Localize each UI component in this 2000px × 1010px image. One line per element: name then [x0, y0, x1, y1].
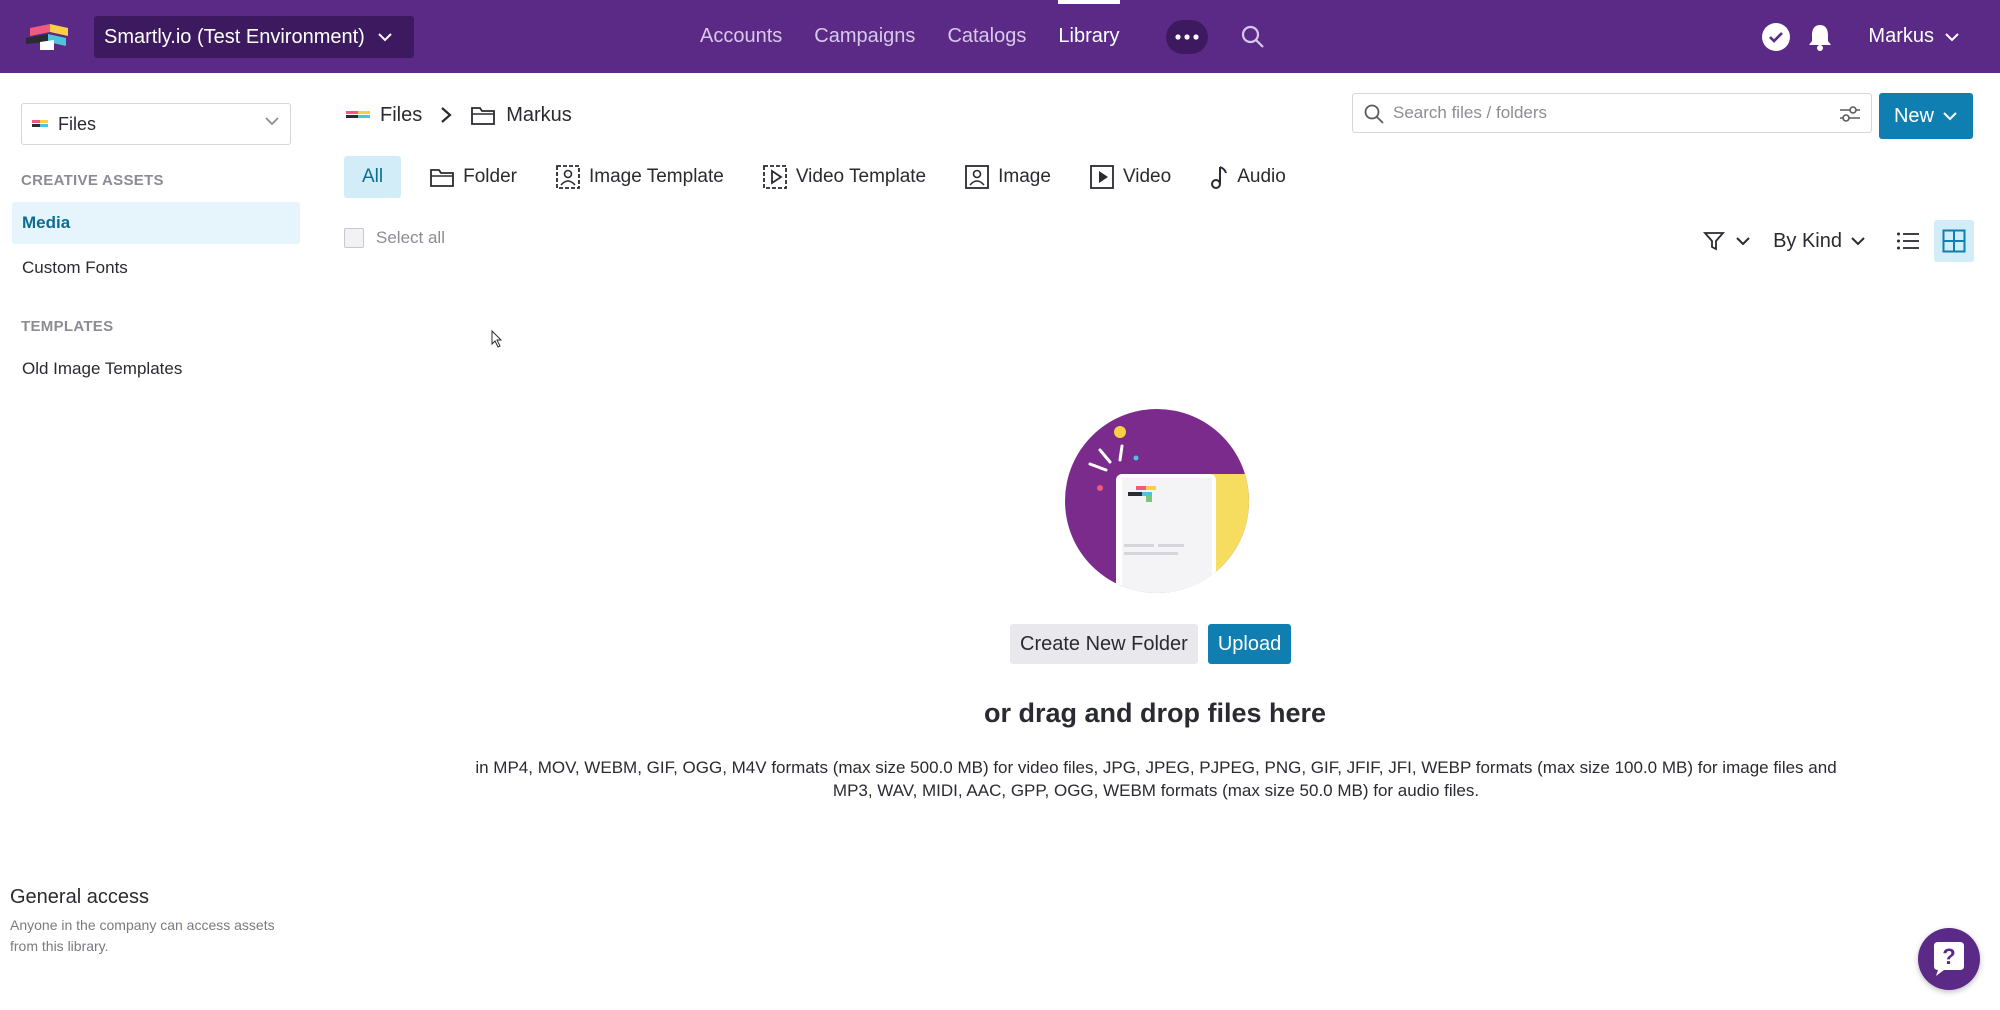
- search-icon[interactable]: [1240, 24, 1266, 50]
- select-all[interactable]: Select all: [344, 228, 445, 248]
- nav-library[interactable]: Library: [1058, 0, 1120, 73]
- sort-select[interactable]: By Kind: [1773, 230, 1866, 253]
- top-right-controls: Markus: [1762, 0, 1960, 73]
- filter-folder-label: Folder: [463, 166, 517, 187]
- mouse-cursor-icon: [491, 330, 503, 348]
- filter-audio[interactable]: Audio: [1209, 156, 1286, 198]
- empty-state-actions: Create New Folder Upload: [1010, 624, 1292, 664]
- top-bar: Smartly.io (Test Environment) Accounts C…: [0, 0, 2000, 73]
- sidebar-item-old-image-templates[interactable]: Old Image Templates: [12, 348, 300, 390]
- search-settings-icon[interactable]: [1839, 104, 1861, 124]
- filter-image-template-label: Image Template: [588, 166, 724, 187]
- formats-line-1: in MP4, MOV, WEBM, GIF, OGG, M4V formats…: [475, 758, 1837, 777]
- sidebar-item-media[interactable]: Media: [12, 202, 300, 244]
- smartly-logo-icon: [346, 111, 370, 118]
- nav-catalogs[interactable]: Catalogs: [947, 0, 1026, 73]
- image-icon: [965, 165, 990, 189]
- drag-drop-heading: or drag and drop files here: [983, 698, 1327, 728]
- smartly-logo-icon: [32, 120, 48, 127]
- video-icon: [1090, 165, 1114, 189]
- filter-image-label: Image: [998, 166, 1051, 187]
- chevron-down-icon: [1945, 32, 1959, 41]
- nav-campaigns[interactable]: Campaigns: [814, 0, 915, 73]
- funnel-icon: [1703, 232, 1726, 251]
- more-menu-button[interactable]: [1166, 20, 1208, 54]
- svg-text:?: ?: [1942, 944, 1955, 969]
- search-placeholder: Search files / folders: [1393, 103, 1548, 122]
- tasks-check-icon[interactable]: [1762, 22, 1791, 51]
- main-nav: Accounts Campaigns Catalogs Library: [700, 0, 1152, 73]
- filter-folder[interactable]: Folder: [429, 156, 517, 198]
- chevron-down-icon: [378, 33, 392, 42]
- formats-line-2: MP3, WAV, MIDI, AAC, GPP, OGG, WEBM form…: [832, 781, 1480, 800]
- breadcrumb-current: Markus: [506, 103, 572, 126]
- grid-view-icon: [1942, 229, 1966, 253]
- chevron-down-icon: [1851, 237, 1865, 246]
- user-name: Markus: [1868, 25, 1934, 47]
- new-button-label: New: [1893, 104, 1934, 127]
- filter-image[interactable]: Image: [964, 156, 1051, 198]
- help-question-icon: ?: [1934, 942, 1964, 976]
- user-menu[interactable]: Markus: [1868, 25, 1960, 48]
- filter-video-label: Video: [1122, 166, 1172, 187]
- nav-accounts[interactable]: Accounts: [700, 0, 782, 73]
- breadcrumb: Files Markus: [346, 100, 572, 130]
- kind-filters: All Folder Image Template Video Template…: [344, 156, 1324, 198]
- general-access-panel: General access Anyone in the company can…: [10, 886, 290, 957]
- empty-library-illustration: [1065, 409, 1249, 593]
- chevron-down-icon: [1943, 112, 1957, 121]
- chevron-down-icon: [265, 117, 279, 126]
- folder-icon: [471, 107, 496, 125]
- filter-video-template[interactable]: Video Template: [762, 156, 926, 198]
- environment-selector[interactable]: Smartly.io (Test Environment): [94, 16, 414, 58]
- creative-assets-heading: CREATIVE ASSETS: [21, 172, 164, 189]
- sort-label: By Kind: [1773, 229, 1842, 252]
- filter-image-template[interactable]: Image Template: [555, 156, 724, 198]
- image-template-icon: [556, 165, 580, 189]
- view-controls: By Kind: [1703, 220, 1974, 262]
- list-view-icon[interactable]: [1896, 231, 1920, 251]
- bell-icon[interactable]: [1808, 23, 1832, 51]
- chevron-right-icon: [441, 107, 452, 123]
- filter-audio-label: Audio: [1237, 166, 1286, 187]
- supported-formats-text: in MP4, MOV, WEBM, GIF, OGG, M4V formats…: [460, 756, 1852, 802]
- breadcrumb-root[interactable]: Files: [380, 104, 422, 127]
- filter-menu-button[interactable]: [1703, 230, 1751, 252]
- filter-all-label: All: [362, 166, 384, 187]
- upload-button[interactable]: Upload: [1207, 624, 1292, 664]
- chevron-down-icon: [1736, 237, 1750, 246]
- grid-view-button[interactable]: [1934, 220, 1974, 262]
- more-dots-icon: [1175, 34, 1199, 40]
- filter-video-template-label: Video Template: [795, 166, 927, 187]
- search-icon: [1364, 104, 1384, 124]
- smartly-logo[interactable]: [24, 20, 80, 50]
- select-all-label: Select all: [376, 228, 445, 247]
- filter-video[interactable]: Video: [1089, 156, 1171, 198]
- library-select-value: Files: [58, 113, 97, 134]
- templates-heading: TEMPLATES: [21, 318, 114, 335]
- audio-note-icon: [1211, 166, 1228, 189]
- create-new-folder-button[interactable]: Create New Folder: [1010, 624, 1198, 664]
- general-access-description: Anyone in the company can access assets …: [10, 917, 275, 954]
- new-button[interactable]: New: [1879, 93, 1973, 139]
- search-input[interactable]: Search files / folders: [1352, 93, 1872, 133]
- select-all-checkbox[interactable]: [344, 228, 364, 248]
- video-template-icon: [762, 165, 787, 189]
- library-select[interactable]: Files: [21, 103, 291, 145]
- environment-label: Smartly.io (Test Environment): [104, 25, 365, 48]
- sidebar-item-custom-fonts[interactable]: Custom Fonts: [12, 247, 300, 289]
- general-access-title: General access: [10, 886, 149, 908]
- folder-icon: [430, 169, 455, 187]
- filter-all[interactable]: All: [344, 156, 402, 198]
- help-chat-button[interactable]: ?: [1918, 928, 1980, 990]
